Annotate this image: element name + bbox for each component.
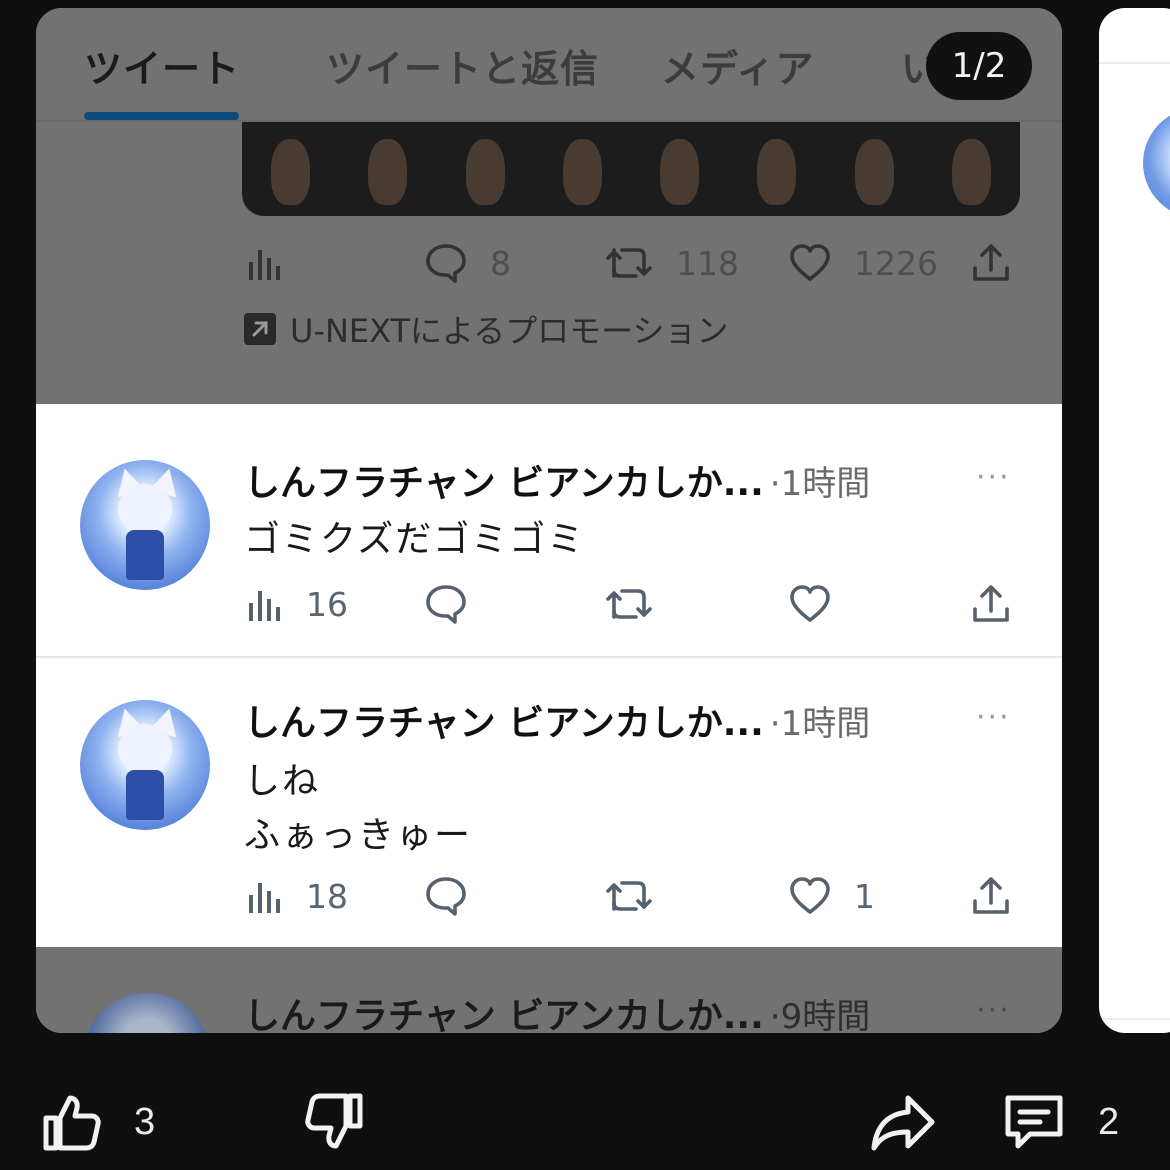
- profile-tabs: ツイート ツイートと返信 メディア い: [36, 8, 1062, 122]
- views-button[interactable]: [246, 233, 284, 293]
- view-count: 16: [306, 584, 348, 624]
- like-count: 1: [854, 876, 875, 916]
- more-options-icon[interactable]: ···: [976, 700, 1011, 735]
- bar-chart-icon: [249, 591, 280, 621]
- tweet-header: しんフラチャン ビアンカしか... ·9時間: [244, 987, 870, 1033]
- next-image-card-peek[interactable]: [1099, 8, 1170, 1033]
- view-count: 18: [306, 876, 348, 916]
- comment-count: 2: [1098, 1100, 1120, 1143]
- thumbs-down-icon: [305, 1093, 363, 1149]
- views-button[interactable]: 18: [246, 866, 348, 926]
- heart-icon: [790, 877, 830, 914]
- display-name[interactable]: しんフラチャン ビアンカしか...: [244, 454, 764, 506]
- bar-chart-icon: [249, 250, 280, 280]
- upvote-button[interactable]: 3: [40, 1090, 155, 1154]
- reply-button[interactable]: 8: [424, 233, 511, 293]
- tweet[interactable]: しんフラチャン ビアンカしか... ·1時間 ··· ゴミクズだゴミゴミ 16: [36, 404, 1062, 658]
- speech-bubble-icon: [426, 877, 466, 916]
- timestamp[interactable]: ·1時間: [770, 456, 870, 505]
- avatar: [1143, 108, 1170, 218]
- like-button[interactable]: 1: [788, 866, 875, 926]
- fighter-photo: [534, 122, 631, 216]
- tweet-text: ゴミクズだゴミゴミ: [244, 519, 586, 560]
- thumbs-up-icon: [43, 1095, 101, 1151]
- more-options-icon[interactable]: ···: [976, 460, 1011, 495]
- retweet-button[interactable]: [604, 574, 654, 634]
- avatar: [84, 993, 210, 1033]
- image-counter-badge: 1/2: [926, 32, 1032, 100]
- tab-media[interactable]: メディア: [661, 38, 814, 93]
- tweet-actions: 18 1: [36, 866, 1062, 926]
- promo-tweet-actions: 8 118 1226: [36, 233, 1062, 293]
- tweet-header: しんフラチャン ビアンカしか... ·1時間: [244, 694, 870, 746]
- downvote-button[interactable]: [302, 1090, 366, 1154]
- retweet-icon: [606, 248, 652, 278]
- share-button[interactable]: [970, 866, 1012, 926]
- tab-tweets[interactable]: ツイート: [84, 38, 240, 93]
- promo-media-image: [242, 122, 1020, 216]
- comments-button[interactable]: 2: [1000, 1090, 1119, 1154]
- avatar[interactable]: [80, 700, 210, 830]
- tweet-header: しんフラチャン ビアンカしか... ·1時間: [244, 454, 870, 506]
- tweet-actions: 16: [36, 574, 1062, 634]
- share-icon: [973, 585, 1009, 622]
- share-button[interactable]: [970, 233, 1012, 293]
- heart-icon: [790, 244, 830, 281]
- fighter-photo: [923, 122, 1020, 216]
- fighter-photo: [826, 122, 923, 216]
- post-viewer: ツイート ツイートと返信 メディア い 8 118 1226 U-NEXTによる…: [0, 0, 1170, 1170]
- retweet-button[interactable]: [604, 866, 654, 926]
- dimmed-header-region: ツイート ツイートと返信 メディア い 8 118 1226 U-NEXTによる…: [36, 8, 1062, 404]
- promotion-text: U-NEXTによるプロモーション: [290, 312, 729, 350]
- tweet-text-line: ふぁっきゅー: [244, 815, 473, 856]
- promoted-arrow-icon: [244, 313, 276, 345]
- fighter-photo: [631, 122, 728, 216]
- share-icon: [973, 877, 1009, 914]
- like-count: 3: [134, 1100, 156, 1143]
- like-button[interactable]: 1226: [788, 233, 938, 293]
- display-name[interactable]: しんフラチャン ビアンカしか...: [244, 694, 764, 746]
- share-icon: [973, 244, 1009, 281]
- retweet-icon: [606, 589, 652, 619]
- like-button[interactable]: [788, 574, 832, 634]
- share-button[interactable]: [970, 574, 1012, 634]
- reply-button[interactable]: [424, 866, 468, 926]
- speech-bubble-icon: [426, 585, 466, 624]
- timestamp[interactable]: ·1時間: [770, 696, 870, 745]
- share-post-button[interactable]: [868, 1090, 938, 1154]
- speech-bubble-icon: [426, 244, 466, 283]
- views-button[interactable]: 16: [246, 574, 348, 634]
- screenshot-image-card[interactable]: ツイート ツイートと返信 メディア い 8 118 1226 U-NEXTによる…: [36, 8, 1062, 1033]
- reply-button[interactable]: [424, 574, 468, 634]
- active-tab-indicator: [84, 112, 239, 120]
- fighter-photo: [728, 122, 825, 216]
- share-arrow-icon: [871, 1095, 935, 1151]
- avatar[interactable]: [80, 460, 210, 590]
- tweet[interactable]: しんフラチャン ビアンカしか... ·1時間 ··· しね ふぁっきゅー 18: [36, 660, 1062, 947]
- fighter-photo: [437, 122, 534, 216]
- heart-icon: [790, 585, 830, 622]
- like-count: 1226: [854, 243, 938, 283]
- display-name: しんフラチャン ビアンカしか...: [244, 996, 764, 1033]
- tab-tweets-and-replies[interactable]: ツイートと返信: [326, 38, 599, 93]
- comment-icon: [1005, 1095, 1063, 1149]
- retweet-button[interactable]: 118: [604, 233, 739, 293]
- timestamp: ·9時間: [769, 997, 871, 1033]
- retweet-count: 118: [676, 243, 739, 283]
- fighter-photo: [339, 122, 436, 216]
- tweet-text-line: しね: [244, 761, 321, 802]
- retweet-icon: [606, 881, 652, 911]
- fighter-photo: [242, 122, 339, 216]
- post-action-bar: 3 2: [0, 1060, 1170, 1170]
- more-options-icon: ···: [976, 993, 1011, 1028]
- dimmed-partial-tweet: しんフラチャン ビアンカしか... ·9時間 ···: [36, 947, 1062, 1033]
- promotion-label[interactable]: U-NEXTによるプロモーション: [244, 308, 728, 350]
- bar-chart-icon: [249, 883, 280, 913]
- reply-count: 8: [490, 243, 511, 283]
